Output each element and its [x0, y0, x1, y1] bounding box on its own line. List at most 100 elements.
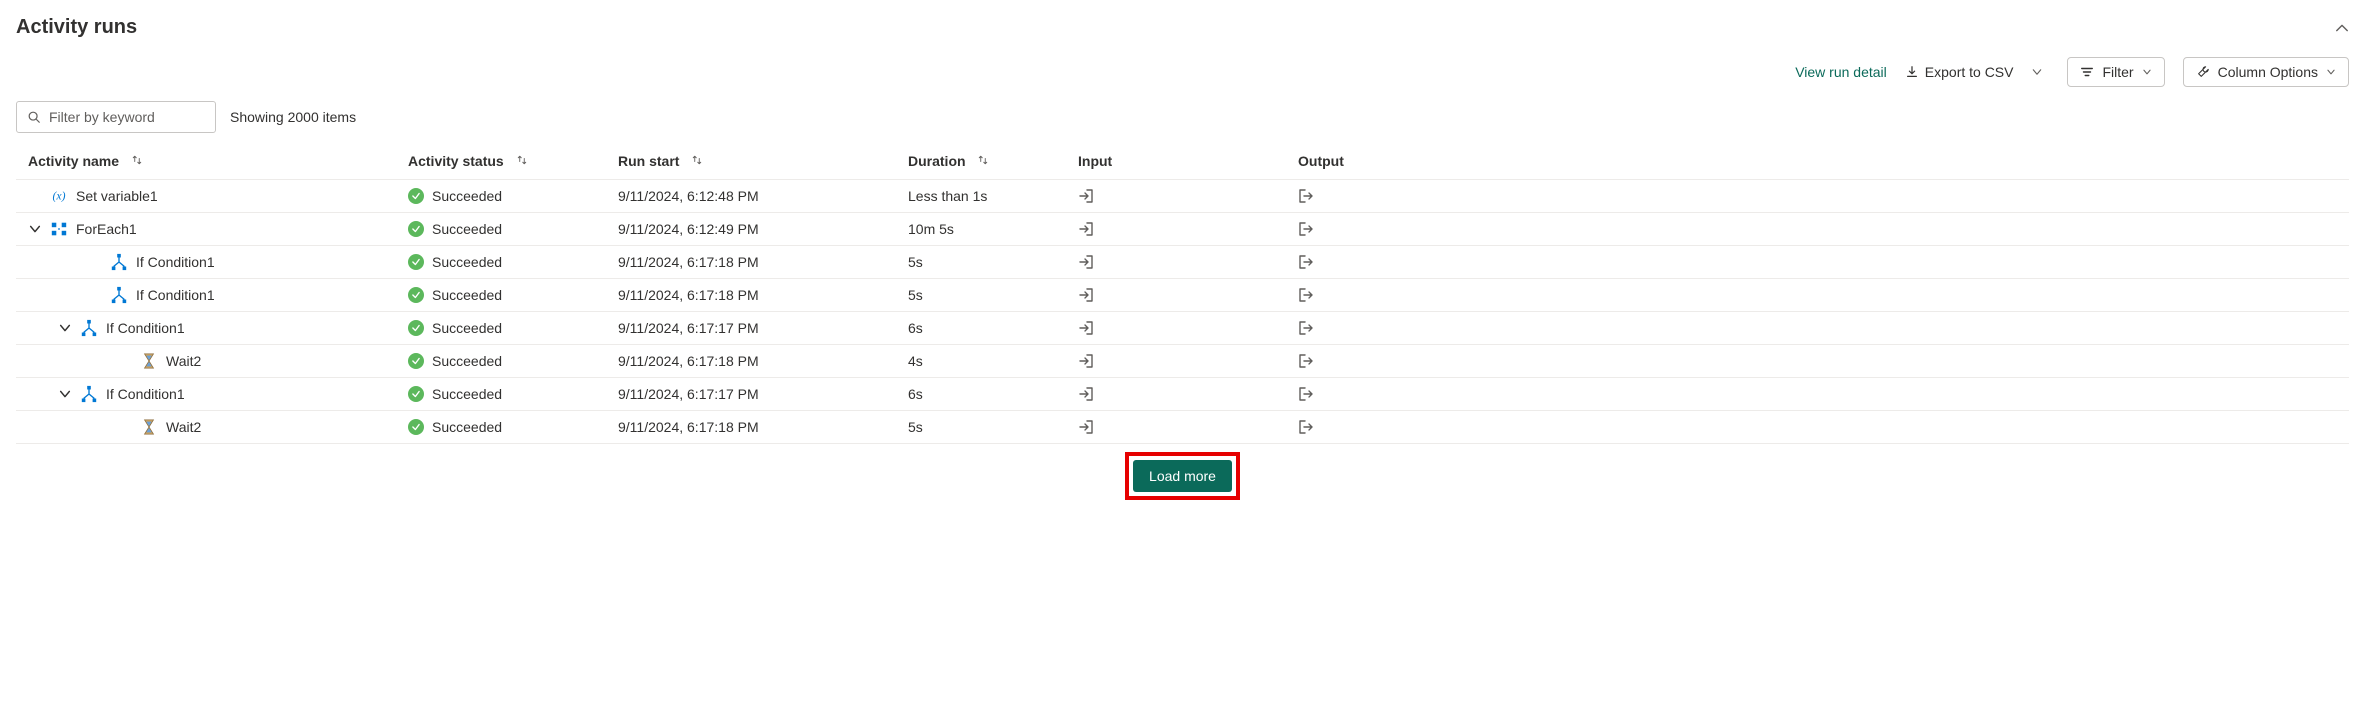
condition-icon — [110, 286, 128, 304]
export-csv-dropdown[interactable] — [2025, 66, 2049, 78]
success-icon — [408, 419, 424, 435]
search-box[interactable] — [16, 101, 216, 133]
output-icon[interactable] — [1298, 287, 2337, 303]
col-header-output[interactable]: Output — [1286, 143, 2349, 180]
sort-icon — [977, 153, 989, 169]
filter-button[interactable]: Filter — [2067, 57, 2164, 87]
chevron-up-icon[interactable] — [2335, 21, 2349, 35]
wait-icon — [140, 352, 158, 370]
success-icon — [408, 221, 424, 237]
export-csv-label: Export to CSV — [1925, 64, 2014, 80]
search-icon — [27, 110, 41, 124]
chevron-down-icon — [2326, 67, 2336, 77]
status-text: Succeeded — [432, 254, 502, 270]
success-icon — [408, 287, 424, 303]
output-icon[interactable] — [1298, 320, 2337, 336]
duration: 5s — [896, 279, 1066, 312]
status-text: Succeeded — [432, 188, 502, 204]
input-icon[interactable] — [1078, 386, 1274, 402]
output-icon[interactable] — [1298, 353, 2337, 369]
condition-icon — [80, 385, 98, 403]
input-icon[interactable] — [1078, 221, 1274, 237]
filter-input[interactable] — [47, 108, 205, 126]
run-start: 9/11/2024, 6:12:49 PM — [606, 213, 896, 246]
output-icon[interactable] — [1298, 188, 2337, 204]
table-row[interactable]: Wait2Succeeded9/11/2024, 6:17:18 PM5s — [16, 411, 2349, 444]
table-row[interactable]: If Condition1 Succeeded 9/11/2024, 6:17:18… — [16, 246, 2349, 279]
duration: 6s — [896, 312, 1066, 345]
duration: 4s — [896, 345, 1066, 378]
success-icon — [408, 254, 424, 270]
status-text: Succeeded — [432, 320, 502, 336]
status-text: Succeeded — [432, 386, 502, 402]
sort-icon — [516, 153, 528, 169]
status-text: Succeeded — [432, 353, 502, 369]
output-icon[interactable] — [1298, 386, 2337, 402]
table-row[interactable]: If Condition1 Succeeded 9/11/2024, 6:17:17… — [16, 312, 2349, 345]
duration: 10m 5s — [896, 213, 1066, 246]
success-icon — [408, 353, 424, 369]
run-start: 9/11/2024, 6:17:18 PM — [606, 246, 896, 279]
activity-name: If Condition1 — [106, 386, 185, 402]
column-options-button[interactable]: Column Options — [2183, 57, 2349, 87]
table-row[interactable]: If Condition1Succeeded9/11/2024, 6:17:18… — [16, 279, 2349, 312]
sort-icon — [691, 153, 703, 169]
input-icon[interactable] — [1078, 254, 1274, 270]
page-title: Activity runs — [16, 16, 137, 39]
activity-name: Wait2 — [166, 353, 201, 369]
filter-label: Filter — [2102, 64, 2133, 80]
table-row[interactable]: ForEach1 Succeeded 9/11/2024, 6:12:49 PM10… — [16, 213, 2349, 246]
load-more-button[interactable]: Load more — [1133, 460, 1232, 492]
svg-text:(x): (x) — [53, 190, 66, 203]
duration: 5s — [896, 246, 1066, 279]
expand-toggle-icon[interactable] — [58, 387, 72, 401]
duration: 6s — [896, 378, 1066, 411]
run-start: 9/11/2024, 6:17:17 PM — [606, 378, 896, 411]
table-row[interactable]: (x) Set variable1 Succeeded 9/11/2024, 6:12… — [16, 180, 2349, 213]
showing-count: Showing 2000 items — [230, 109, 356, 125]
col-header-input[interactable]: Input — [1066, 143, 1286, 180]
activity-name: If Condition1 — [136, 254, 215, 270]
activity-name: If Condition1 — [106, 320, 185, 336]
status-text: Succeeded — [432, 221, 502, 237]
foreach-icon — [50, 220, 68, 238]
expand-toggle-icon[interactable] — [58, 321, 72, 335]
sort-icon — [131, 153, 143, 169]
column-options-label: Column Options — [2218, 64, 2318, 80]
success-icon — [408, 320, 424, 336]
output-icon[interactable] — [1298, 419, 2337, 435]
input-icon[interactable] — [1078, 320, 1274, 336]
condition-icon — [80, 319, 98, 337]
run-start: 9/11/2024, 6:17:17 PM — [606, 312, 896, 345]
input-icon[interactable] — [1078, 287, 1274, 303]
output-icon[interactable] — [1298, 221, 2337, 237]
activity-name: ForEach1 — [76, 221, 137, 237]
success-icon — [408, 386, 424, 402]
table-row[interactable]: If Condition1 Succeeded 9/11/2024, 6:17:17… — [16, 378, 2349, 411]
col-header-name[interactable]: Activity name — [16, 143, 396, 180]
input-icon[interactable] — [1078, 419, 1274, 435]
expand-toggle-icon[interactable] — [28, 222, 42, 236]
run-start: 9/11/2024, 6:17:18 PM — [606, 279, 896, 312]
output-icon[interactable] — [1298, 254, 2337, 270]
filter-icon — [2080, 65, 2094, 79]
view-run-detail-link[interactable]: View run detail — [1795, 64, 1887, 80]
chevron-down-icon — [2142, 67, 2152, 77]
export-csv-button[interactable]: Export to CSV — [1905, 64, 2014, 80]
col-header-start[interactable]: Run start — [606, 143, 896, 180]
run-start: 9/11/2024, 6:12:48 PM — [606, 180, 896, 213]
activity-name: If Condition1 — [136, 287, 215, 303]
col-header-duration[interactable]: Duration — [896, 143, 1066, 180]
input-icon[interactable] — [1078, 188, 1274, 204]
col-header-status[interactable]: Activity status — [396, 143, 606, 180]
status-text: Succeeded — [432, 419, 502, 435]
activity-name: Set variable1 — [76, 188, 158, 204]
condition-icon — [110, 253, 128, 271]
input-icon[interactable] — [1078, 353, 1274, 369]
activity-runs-table: Activity name Activity status Run start … — [16, 143, 2349, 444]
download-icon — [1905, 65, 1919, 79]
wrench-icon — [2196, 65, 2210, 79]
load-more-highlight: Load more — [1125, 452, 1240, 500]
duration: 5s — [896, 411, 1066, 444]
table-row[interactable]: Wait2Succeeded9/11/2024, 6:17:18 PM4s — [16, 345, 2349, 378]
